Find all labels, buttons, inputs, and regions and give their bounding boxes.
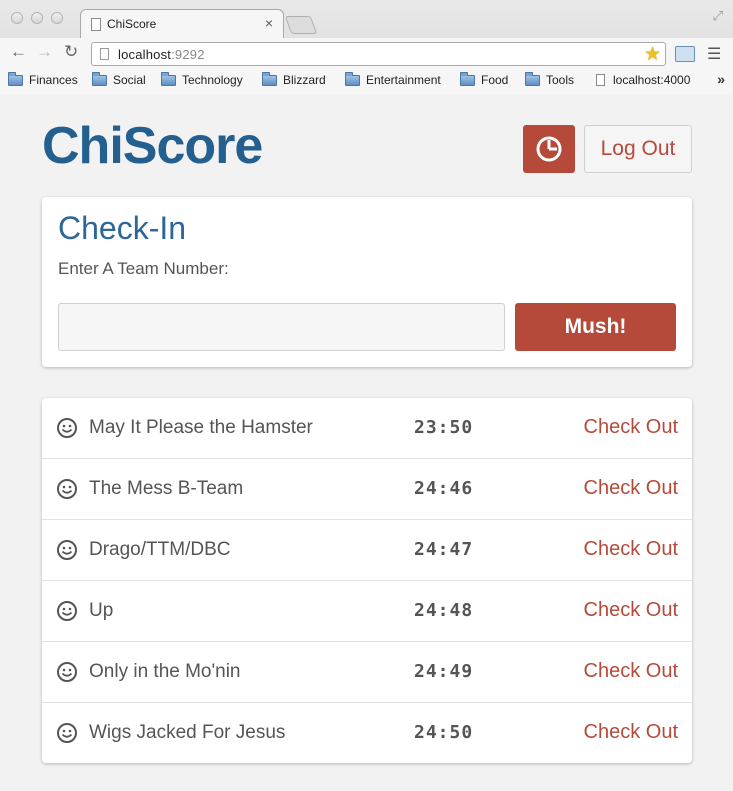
browser-chrome: ChiScore × ⤢ ← → ↻ localhost:9292 ★ ☰ Fi… — [0, 0, 733, 94]
check-in-panel: Check-In Enter A Team Number: Mush! — [42, 197, 692, 367]
check-in-title: Check-In — [58, 210, 187, 246]
page-icon — [91, 18, 101, 31]
browser-tab[interactable]: ChiScore × — [80, 9, 284, 39]
smiley-icon — [57, 662, 77, 682]
folder-icon — [460, 71, 475, 86]
new-tab-button[interactable] — [284, 16, 318, 34]
browser-toolbar: ← → ↻ localhost:9292 ★ ☰ — [0, 38, 733, 68]
team-row: Up 24:48 Check Out — [42, 581, 692, 642]
team-number-input[interactable] — [58, 303, 505, 351]
page-icon — [100, 48, 109, 60]
folder-icon — [262, 71, 277, 86]
smiley-icon — [57, 540, 77, 560]
team-name: Wigs Jacked For Jesus — [89, 722, 286, 743]
check-out-link[interactable]: Check Out — [584, 599, 678, 622]
team-row: The Mess B-Team 24:46 Check Out — [42, 459, 692, 520]
team-time: 24:46 — [414, 478, 474, 499]
team-name: The Mess B-Team — [89, 478, 244, 499]
folder-icon — [8, 71, 23, 86]
more-bookmarks-icon[interactable]: » — [717, 71, 725, 87]
team-number-label: Enter A Team Number: — [58, 259, 229, 278]
team-time: 23:50 — [414, 417, 474, 438]
bookmark-folder[interactable]: Technology — [161, 71, 243, 87]
folder-icon — [161, 71, 176, 86]
bookmark-folder[interactable]: Tools — [525, 71, 574, 87]
bookmark-star-icon[interactable]: ★ — [644, 43, 661, 66]
mush-button[interactable]: Mush! — [515, 303, 676, 351]
team-name: May It Please the Hamster — [89, 417, 313, 438]
timer-button[interactable] — [523, 125, 575, 173]
team-time: 24:50 — [414, 722, 474, 743]
folder-icon — [345, 71, 360, 86]
smiley-icon — [57, 479, 77, 499]
forward-arrow-icon[interactable]: → — [36, 42, 53, 62]
check-out-link[interactable]: Check Out — [584, 477, 678, 500]
bookmark-folder[interactable]: Finances — [8, 71, 78, 87]
back-arrow-icon[interactable]: ← — [10, 42, 27, 62]
bookmark-folder[interactable]: Social — [92, 71, 146, 87]
team-name: Drago/TTM/DBC — [89, 539, 231, 560]
zoom-window-button[interactable] — [51, 12, 63, 24]
check-out-link[interactable]: Check Out — [584, 416, 678, 439]
team-name: Up — [89, 600, 114, 621]
team-time: 24:47 — [414, 539, 474, 560]
reload-icon[interactable]: ↻ — [64, 42, 78, 62]
team-row: Only in the Mo'nin 24:49 Check Out — [42, 642, 692, 703]
smiley-icon — [57, 418, 77, 438]
menu-icon[interactable]: ☰ — [707, 44, 721, 64]
folder-icon — [92, 71, 107, 86]
team-list: May It Please the Hamster 23:50 Check Ou… — [42, 398, 692, 763]
bookmark-page[interactable]: localhost:4000 — [596, 73, 690, 87]
team-row: Wigs Jacked For Jesus 24:50 Check Out — [42, 703, 692, 763]
check-out-link[interactable]: Check Out — [584, 660, 678, 683]
check-out-link[interactable]: Check Out — [584, 721, 678, 744]
close-window-button[interactable] — [11, 12, 23, 24]
folder-icon — [525, 71, 540, 86]
page-content: ChiScore Log Out Check-In Enter A Team N… — [0, 95, 733, 791]
bookmark-folder[interactable]: Entertainment — [345, 71, 441, 87]
fullscreen-icon[interactable]: ⤢ — [713, 8, 723, 24]
check-out-link[interactable]: Check Out — [584, 538, 678, 561]
team-time: 24:49 — [414, 661, 474, 682]
app-logo: ChiScore — [42, 117, 263, 175]
smiley-icon — [57, 723, 77, 743]
team-row: Drago/TTM/DBC 24:47 Check Out — [42, 520, 692, 581]
log-out-button[interactable]: Log Out — [584, 125, 692, 173]
bookmark-folder[interactable]: Blizzard — [262, 71, 326, 87]
tab-title: ChiScore — [107, 17, 157, 31]
url-text: localhost:9292 — [118, 47, 205, 62]
team-time: 24:48 — [414, 600, 474, 621]
extension-icon[interactable] — [675, 46, 695, 62]
clock-icon — [536, 136, 562, 162]
close-tab-icon[interactable]: × — [265, 15, 273, 31]
team-name: Only in the Mo'nin — [89, 661, 241, 682]
bookmark-folder[interactable]: Food — [460, 71, 508, 87]
page-icon — [596, 74, 605, 86]
address-bar[interactable]: localhost:9292 ★ — [91, 42, 666, 66]
bookmarks-bar: Finances Social Technology Blizzard Ente… — [0, 68, 733, 94]
team-row: May It Please the Hamster 23:50 Check Ou… — [42, 398, 692, 459]
smiley-icon — [57, 601, 77, 621]
minimize-window-button[interactable] — [31, 12, 43, 24]
